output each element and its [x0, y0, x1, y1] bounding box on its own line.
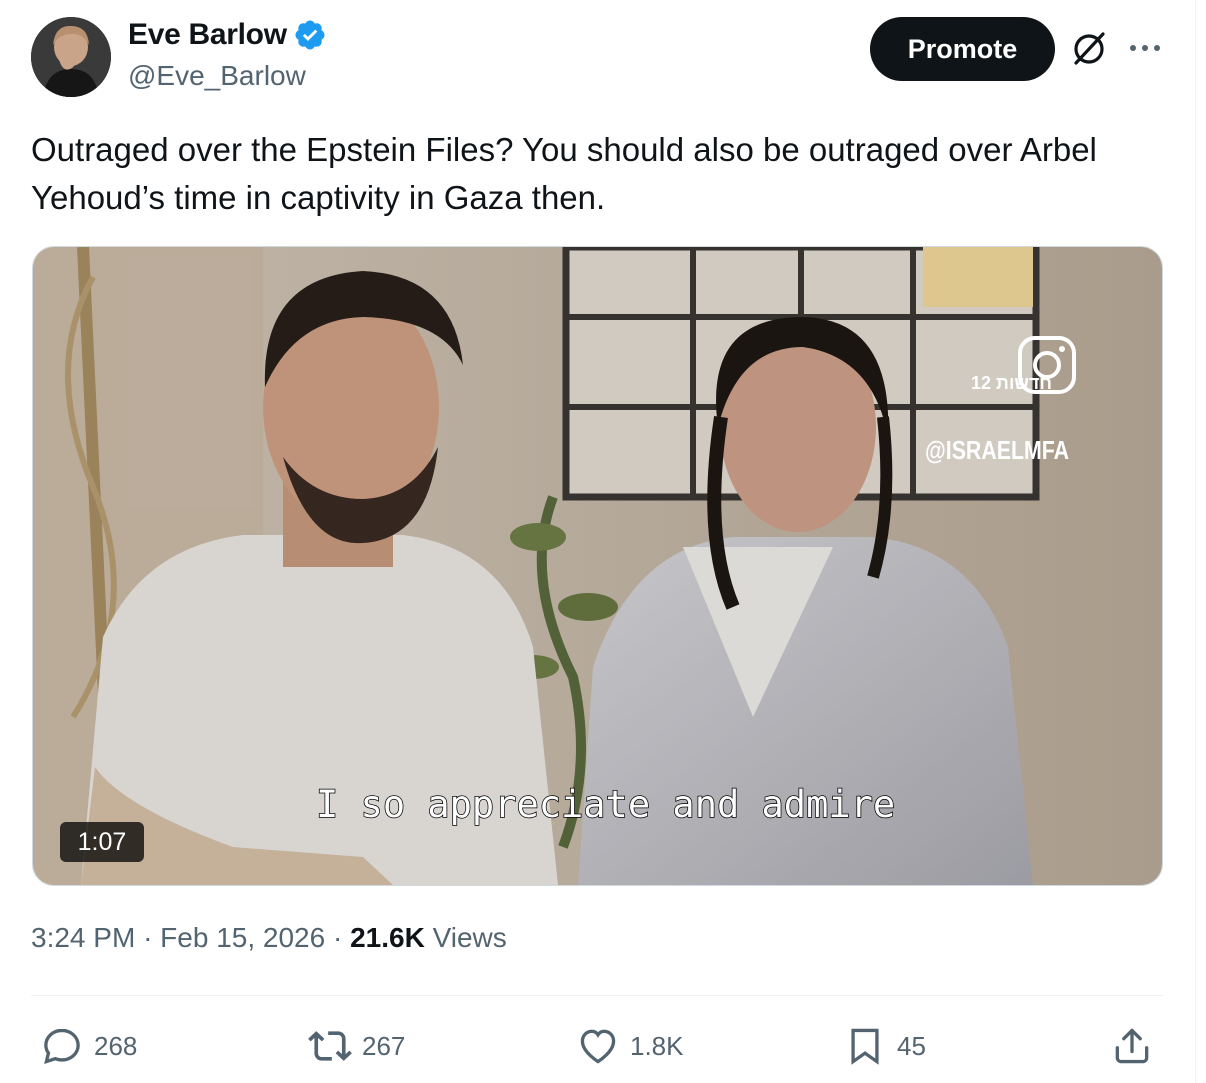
- views-count: 21.6K: [350, 922, 425, 953]
- heart-icon: [580, 1029, 616, 1064]
- video-channel-watermark: 12 חדשות: [971, 373, 1052, 393]
- meta-separator: ·: [143, 922, 153, 953]
- author-name[interactable]: Eve Barlow: [128, 18, 287, 52]
- verified-badge-icon: [295, 20, 325, 50]
- column-border: [1195, 0, 1196, 1083]
- video-duration-badge: 1:07: [60, 822, 144, 862]
- repost-icon: [308, 1031, 352, 1061]
- grok-icon[interactable]: [1068, 28, 1110, 70]
- reply-icon: [44, 1028, 80, 1065]
- tweet-time[interactable]: 3:24 PM: [31, 922, 135, 953]
- bookmark-icon: [851, 1028, 879, 1065]
- tweet-meta: 3:24 PM · Feb 15, 2026 · 21.6K Views: [31, 922, 507, 954]
- share-icon: [1115, 1028, 1149, 1064]
- author-handle[interactable]: @Eve_Barlow: [128, 60, 306, 92]
- views-label: Views: [432, 922, 507, 953]
- bookmark-count: 45: [897, 1030, 926, 1061]
- tweet-date[interactable]: Feb 15, 2026: [160, 922, 325, 953]
- author-name-row[interactable]: Eve Barlow: [128, 18, 327, 52]
- promote-button[interactable]: Promote: [870, 17, 1055, 81]
- share-button[interactable]: [1110, 1024, 1154, 1068]
- reply-count: 268: [94, 1030, 138, 1061]
- reply-button[interactable]: 268: [40, 1024, 137, 1068]
- video-player[interactable]: 12 חדשות @ISRAELMFA I so appreciate and …: [32, 246, 1163, 886]
- like-button[interactable]: 1.8K: [576, 1024, 684, 1068]
- repost-count: 267: [362, 1030, 406, 1061]
- avatar[interactable]: [31, 17, 111, 97]
- bookmark-button[interactable]: 45: [843, 1024, 926, 1068]
- like-count: 1.8K: [630, 1030, 684, 1061]
- tweet-text: Outraged over the Epstein Files? You sho…: [31, 131, 1097, 216]
- video-handle-watermark: @ISRAELMFA: [925, 435, 1069, 465]
- meta-separator: ·: [332, 922, 343, 953]
- video-subtitle: I so appreciate and admire: [315, 782, 896, 827]
- divider: [31, 995, 1163, 996]
- more-options-icon[interactable]: [1125, 30, 1165, 66]
- repost-button[interactable]: 267: [308, 1024, 405, 1068]
